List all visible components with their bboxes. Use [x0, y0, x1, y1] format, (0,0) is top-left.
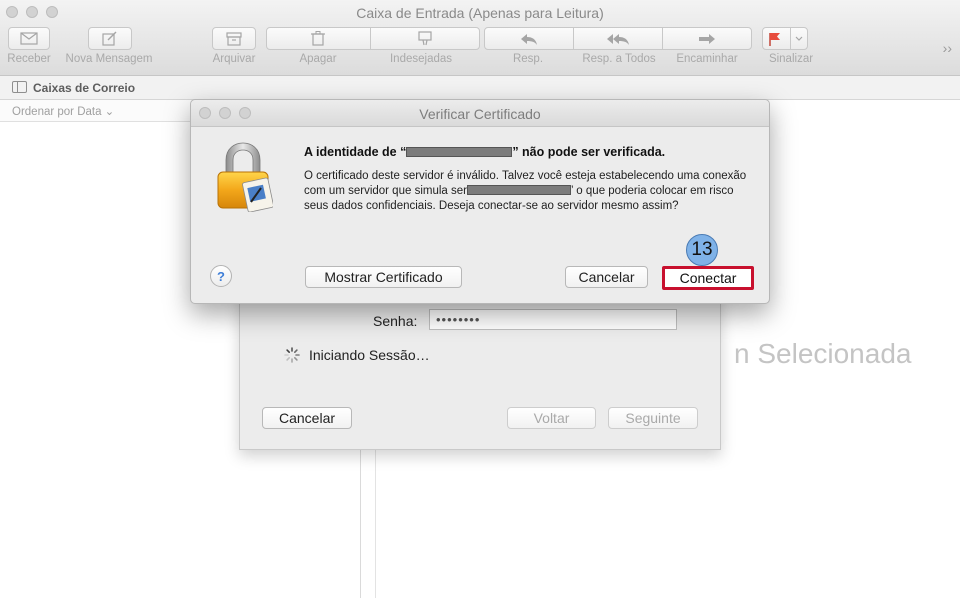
redacted-server-name — [406, 147, 513, 157]
redacted-server-name — [466, 185, 571, 196]
reply-icon — [520, 33, 537, 45]
help-button[interactable]: ? — [210, 265, 232, 287]
forward-icon — [699, 33, 715, 44]
heading-suffix: ” não pode ser verificada. — [512, 145, 666, 159]
flag-label: Sinalizar — [768, 53, 814, 65]
verify-certificate-dialog: Verificar Certificado A identidade de “ ”… — [190, 99, 770, 304]
show-certificate-button[interactable]: Mostrar Certificado — [305, 266, 462, 288]
new-message-label: Nova Mensagem — [65, 53, 153, 65]
get-mail-label: Receber — [7, 53, 51, 65]
sort-by-date-dropdown[interactable]: Ordenar por Data ⌄ — [12, 104, 114, 118]
status-text: Iniciando Sessão… — [309, 347, 430, 363]
new-message-button[interactable] — [88, 27, 132, 50]
forward-label: Encaminhar — [676, 53, 738, 65]
toolbar-overflow-icon[interactable]: ›› — [943, 40, 952, 56]
cancel-button[interactable]: Cancelar — [565, 266, 648, 288]
dialog-heading: A identidade de “ ” não pode ser verifica… — [304, 145, 665, 159]
get-mail-button[interactable] — [8, 27, 50, 50]
archive-button[interactable] — [212, 27, 256, 50]
mailboxes-button[interactable]: Caixas de Correio — [33, 81, 135, 95]
delete-button[interactable] — [267, 27, 369, 50]
chevron-down-icon — [795, 36, 802, 41]
reply-button[interactable] — [485, 27, 572, 50]
reply-all-label: Resp. a Todos — [582, 53, 656, 65]
junk-button[interactable] — [371, 27, 479, 50]
reply-label: Resp. — [512, 53, 544, 65]
segment-divider — [789, 28, 791, 49]
archive-icon — [226, 31, 242, 46]
sidebar-toggle-icon[interactable] — [12, 81, 27, 93]
heading-prefix: A identidade de “ — [304, 145, 407, 159]
password-label: Senha: — [373, 313, 418, 329]
lock-certificate-icon — [217, 142, 273, 212]
window-title: Caixa de Entrada (Apenas para Leitura) — [356, 5, 604, 21]
junk-label: Indesejadas — [389, 53, 453, 65]
step-number-badge: 13 — [686, 234, 718, 266]
delete-label: Apagar — [299, 53, 337, 65]
dialog-titlebar: Verificar Certificado — [191, 100, 769, 127]
spinner-icon — [284, 347, 300, 363]
dialog-title: Verificar Certificado — [419, 106, 541, 122]
compose-icon — [102, 31, 117, 46]
flag-button[interactable] — [762, 27, 808, 50]
mailbox-bar: Caixas de Correio — [0, 76, 960, 100]
setup-cancel-button[interactable]: Cancelar — [262, 407, 352, 429]
reply-all-icon — [606, 33, 629, 45]
flag-icon — [768, 32, 780, 46]
main-titlebar: Caixa de Entrada (Apenas para Leitura) R… — [0, 0, 960, 76]
archive-label: Arquivar — [212, 53, 256, 65]
envelope-icon — [20, 32, 38, 45]
reply-all-button[interactable] — [574, 27, 661, 50]
next-button[interactable]: Seguinte — [608, 407, 698, 429]
connect-button[interactable]: Conectar — [662, 266, 754, 290]
trash-icon — [311, 31, 325, 46]
junk-icon — [418, 31, 432, 46]
password-field[interactable]: •••••••• — [429, 309, 677, 330]
forward-button[interactable] — [663, 27, 751, 50]
back-button[interactable]: Voltar — [507, 407, 596, 429]
account-setup-sheet: Senha: •••••••• Iniciando Sessão… Cancel… — [239, 290, 721, 450]
dialog-message: O certificado deste servidor é inválido.… — [304, 169, 756, 215]
no-message-selected-text: n Selecionada — [734, 338, 912, 369]
